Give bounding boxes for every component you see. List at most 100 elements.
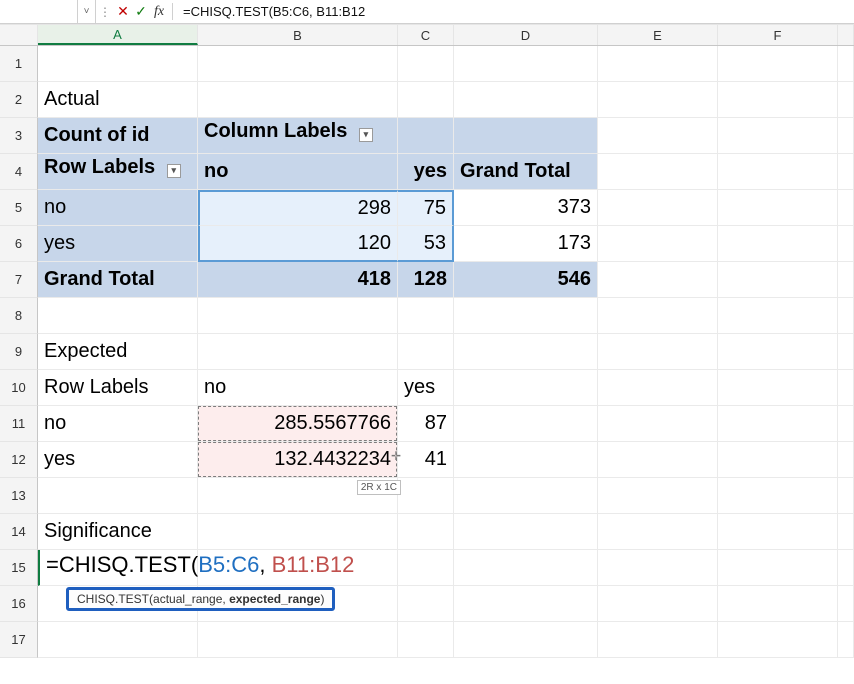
- cell[interactable]: [598, 478, 718, 514]
- row-header[interactable]: 17: [0, 622, 38, 658]
- cell[interactable]: [838, 442, 854, 478]
- cell[interactable]: [718, 298, 838, 334]
- cell[interactable]: [718, 550, 838, 586]
- cell-C5[interactable]: 75: [398, 190, 454, 226]
- row-header[interactable]: 2: [0, 82, 38, 118]
- cell[interactable]: [598, 298, 718, 334]
- cell-D5[interactable]: 373: [454, 190, 598, 226]
- cell-C12[interactable]: 41: [398, 442, 454, 478]
- cell[interactable]: [598, 586, 718, 622]
- cell[interactable]: [598, 442, 718, 478]
- cell-B5[interactable]: 298: [198, 190, 398, 226]
- row-header[interactable]: 10: [0, 370, 38, 406]
- formula-input[interactable]: =CHISQ.TEST(B5:C6, B11:B12: [177, 4, 854, 19]
- cell[interactable]: [718, 190, 838, 226]
- cell[interactable]: [398, 514, 454, 550]
- cell[interactable]: [198, 334, 398, 370]
- cell[interactable]: [198, 514, 398, 550]
- cell[interactable]: Actual: [38, 82, 198, 118]
- col-header-C[interactable]: C: [398, 24, 454, 45]
- cell[interactable]: [38, 478, 198, 514]
- expected-rowlabels[interactable]: Row Labels: [38, 370, 198, 406]
- name-box[interactable]: [0, 0, 78, 23]
- cell[interactable]: [598, 82, 718, 118]
- cell[interactable]: [838, 478, 854, 514]
- cell[interactable]: [198, 46, 398, 82]
- cell[interactable]: [38, 622, 198, 658]
- pivot-row-no[interactable]: no: [38, 190, 198, 226]
- cell[interactable]: [454, 622, 598, 658]
- cell-C6[interactable]: 53: [398, 226, 454, 262]
- cell[interactable]: [454, 550, 598, 586]
- row-header[interactable]: 7: [0, 262, 38, 298]
- cell-D6[interactable]: 173: [454, 226, 598, 262]
- cell[interactable]: [838, 334, 854, 370]
- cell-B7[interactable]: 418: [198, 262, 398, 298]
- cell-C7[interactable]: 128: [398, 262, 454, 298]
- cell[interactable]: [838, 550, 854, 586]
- significance-label[interactable]: Significance: [38, 514, 198, 550]
- cell[interactable]: [454, 46, 598, 82]
- expected-row-no[interactable]: no: [38, 406, 198, 442]
- pivot-count-label[interactable]: Count of id: [38, 118, 198, 154]
- cell[interactable]: [598, 190, 718, 226]
- cell[interactable]: [598, 118, 718, 154]
- row-header[interactable]: 3: [0, 118, 38, 154]
- cell[interactable]: [454, 442, 598, 478]
- cell[interactable]: [198, 298, 398, 334]
- row-header[interactable]: 11: [0, 406, 38, 442]
- row-header[interactable]: 1: [0, 46, 38, 82]
- function-tooltip[interactable]: CHISQ.TEST(actual_range, expected_range): [66, 587, 335, 611]
- cell[interactable]: [838, 406, 854, 442]
- cell[interactable]: [598, 334, 718, 370]
- row-header[interactable]: 12: [0, 442, 38, 478]
- name-box-dropdown[interactable]: ˅: [78, 0, 96, 23]
- cell[interactable]: [718, 118, 838, 154]
- cell[interactable]: [198, 622, 398, 658]
- cell[interactable]: [454, 478, 598, 514]
- enter-icon[interactable]: ✓: [132, 0, 150, 23]
- cell[interactable]: [198, 82, 398, 118]
- cell[interactable]: [718, 226, 838, 262]
- cell[interactable]: [838, 154, 854, 190]
- cell[interactable]: [398, 550, 454, 586]
- cell[interactable]: [838, 226, 854, 262]
- cell[interactable]: [598, 514, 718, 550]
- spreadsheet-grid[interactable]: 1 2 Actual 3 Count of id Column Labels ▾…: [0, 46, 854, 658]
- col-header-E[interactable]: E: [598, 24, 718, 45]
- cell[interactable]: [598, 262, 718, 298]
- pivot-row-yes[interactable]: yes: [38, 226, 198, 262]
- cell[interactable]: [838, 298, 854, 334]
- select-all-corner[interactable]: [0, 24, 38, 45]
- row-header[interactable]: 6: [0, 226, 38, 262]
- cell[interactable]: [38, 298, 198, 334]
- cell[interactable]: [838, 262, 854, 298]
- cell-B11[interactable]: 285.5567766: [198, 406, 398, 442]
- cell[interactable]: [838, 622, 854, 658]
- cell[interactable]: [718, 334, 838, 370]
- active-cell-A15[interactable]: =CHISQ.TEST(B5:C6, B11:B12 CHISQ.TEST(ac…: [38, 550, 198, 586]
- expected-row-yes[interactable]: yes: [38, 442, 198, 478]
- cell[interactable]: [454, 370, 598, 406]
- cell[interactable]: [838, 586, 854, 622]
- cell[interactable]: [398, 298, 454, 334]
- row-header[interactable]: 5: [0, 190, 38, 226]
- cell[interactable]: [454, 118, 598, 154]
- cell-B6[interactable]: 120: [198, 226, 398, 262]
- expected-col-yes[interactable]: yes: [398, 370, 454, 406]
- cell[interactable]: [398, 334, 454, 370]
- cell[interactable]: [838, 82, 854, 118]
- fx-icon[interactable]: fx: [150, 0, 168, 23]
- cell[interactable]: [38, 46, 198, 82]
- cell[interactable]: [598, 46, 718, 82]
- row-header[interactable]: 16: [0, 586, 38, 622]
- pivot-col-yes[interactable]: yes: [398, 154, 454, 190]
- cell[interactable]: [838, 46, 854, 82]
- row-header[interactable]: 14: [0, 514, 38, 550]
- col-header-D[interactable]: D: [454, 24, 598, 45]
- cell[interactable]: [718, 442, 838, 478]
- row-header[interactable]: 4: [0, 154, 38, 190]
- cell[interactable]: [838, 190, 854, 226]
- col-header-A[interactable]: A: [38, 24, 198, 45]
- expected-label[interactable]: Expected: [38, 334, 198, 370]
